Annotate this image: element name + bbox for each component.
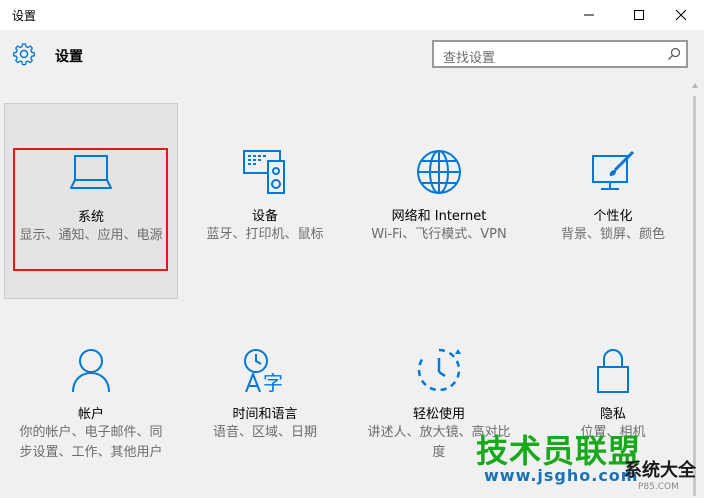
time-language-icon: 字 <box>244 349 283 394</box>
svg-text:字: 字 <box>263 371 283 394</box>
lock-icon <box>597 349 629 393</box>
tile-description: 语音、区域、日期 <box>212 425 317 440</box>
settings-window: 设置 设置 查找设置 系统 显示、通知、应用、电源 设备 蓝牙、打印机、鼠标 网… <box>0 0 704 498</box>
close-button[interactable] <box>658 0 704 30</box>
scroll-up-icon[interactable] <box>691 82 699 90</box>
page-header: 设置 查找设置 <box>0 30 704 82</box>
tile-accounts[interactable]: 帐户 你的帐户、电子邮件、同步设置、工作、其他用户 <box>4 301 178 497</box>
watermark-url: www.jsgho.com <box>484 466 639 485</box>
minimize-icon <box>584 14 594 16</box>
highlight-box <box>13 148 168 271</box>
search-input[interactable]: 查找设置 <box>432 40 688 68</box>
tile-description: 你的帐户、电子邮件、同步设置、工作、其他用户 <box>19 425 163 460</box>
tile-description: Wi-Fi、飞行模式、VPN <box>371 227 507 242</box>
watermark-tiny: P85.COM <box>638 482 679 492</box>
tile-label: 设备 <box>251 209 278 224</box>
close-icon <box>675 9 687 21</box>
tile-description: 背景、锁屏、颜色 <box>560 227 665 242</box>
search-placeholder: 查找设置 <box>443 51 496 66</box>
minimize-button[interactable] <box>566 0 612 30</box>
maximize-button[interactable] <box>616 0 662 30</box>
devices-icon <box>243 150 285 194</box>
watermark-small: 系统大全 <box>624 460 696 481</box>
gear-icon <box>13 43 35 66</box>
window-title: 设置 <box>12 9 37 23</box>
tile-label: 轻松使用 <box>412 407 465 422</box>
tile-label: 隐私 <box>599 407 626 422</box>
tile-label: 个性化 <box>593 209 633 224</box>
tile-label: 时间和语言 <box>232 407 298 422</box>
tile-time-language[interactable]: 字 时间和语言 语音、区域、日期 <box>178 301 352 497</box>
person-icon <box>72 349 110 393</box>
tile-network[interactable]: 网络和 Internet Wi-Fi、飞行模式、VPN <box>352 103 526 299</box>
title-bar: 设置 <box>0 0 704 30</box>
tile-label: 帐户 <box>77 407 104 422</box>
tile-personalization[interactable]: 个性化 背景、锁屏、颜色 <box>526 103 700 299</box>
watermark: 技术员联盟 www.jsgho.com 系统大全 P85.COM <box>476 426 702 496</box>
personalize-icon <box>592 150 635 190</box>
globe-icon <box>417 150 461 194</box>
maximize-icon <box>634 10 644 20</box>
ease-of-access-icon <box>417 348 461 392</box>
search-icon[interactable] <box>666 46 682 62</box>
tile-devices[interactable]: 设备 蓝牙、打印机、鼠标 <box>178 103 352 299</box>
tile-description: 蓝牙、打印机、鼠标 <box>206 227 324 242</box>
tile-label: 网络和 Internet <box>391 209 487 224</box>
page-title: 设置 <box>55 49 83 65</box>
